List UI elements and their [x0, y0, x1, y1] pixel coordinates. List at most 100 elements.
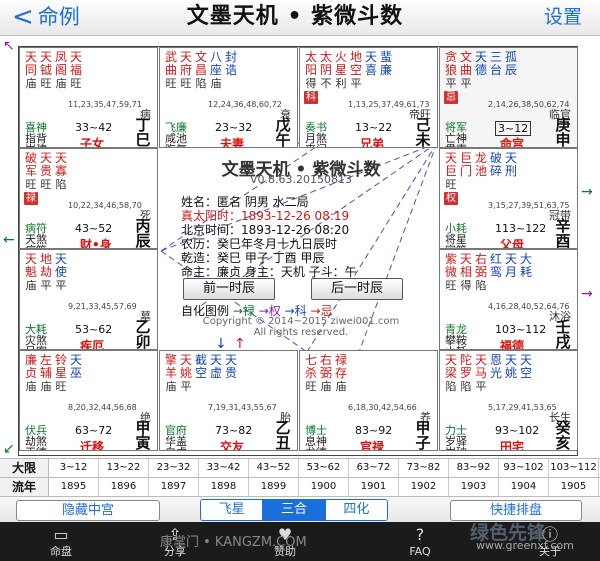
liunian-cell[interactable]: 1898 [199, 478, 249, 496]
star-brightness: 陷 [445, 380, 457, 393]
daxian-cell[interactable]: 13~22 [99, 459, 149, 477]
star-name: 地劫 [40, 253, 52, 279]
back-button[interactable]: < 命例 [12, 2, 80, 32]
liunian-cell[interactable]: 1903 [449, 478, 499, 496]
star-char: 曲 [164, 63, 177, 77]
star-column: 天梁陷 [444, 354, 458, 394]
star-column: 地空平 [349, 51, 363, 104]
settings-button[interactable]: 设置 [544, 2, 582, 32]
star-column: 火星利 [334, 51, 348, 104]
liunian-cell[interactable]: 1899 [249, 478, 299, 496]
star-column: 天同庙 [24, 51, 38, 91]
star-name: 铃星 [55, 354, 67, 380]
palace-si[interactable]: 天同庙天钺旺凤阁庙天福旺11,23,35,47,59,71病喜神指背岁建33~4… [19, 47, 158, 148]
palace-zi[interactable]: 七杀旺右弼庙禄存庙6,18,30,42,54,66养博士息神龙德83~92官禄甲… [299, 350, 438, 451]
star-list: 贪狼平忌文曲平天德三台孤辰 [444, 51, 519, 104]
palace-chen[interactable]: 破军旺禄天贵旺天寡陷10,22,34,46,58,70死病符天煞病符43~52财… [19, 148, 158, 249]
segment-飞星[interactable]: 飞星 [201, 500, 264, 520]
daxian-cell[interactable]: 63~72 [349, 459, 399, 477]
star-column: 天刑 [504, 152, 518, 205]
star-column: 右弼陷 [474, 253, 488, 293]
liunian-row: 流年 1895 1896 1897 1898 1899 1900 1901 1902 1903 19… [0, 477, 600, 496]
daxian-cell[interactable]: 3~12 [49, 459, 99, 477]
palace-wu[interactable]: 武曲旺天府旺文昌陷八座庙封诰12,24,36,48,60,72衰飞廉咸池晦气23… [159, 47, 298, 148]
liunian-cell[interactable]: 1904 [499, 478, 549, 496]
segment-四化[interactable]: 四化 [325, 500, 387, 520]
bazi-line: 乾造：癸巳 甲子 丁酉 甲辰 [181, 251, 325, 265]
palace-xu[interactable]: 紫微旺天相得右弼陷红鸾天月大耗 4,16,28,40,52,64,76 沐浴 青龙 攀鞍… [439, 249, 578, 350]
palace-name: 福德 [500, 339, 525, 350]
daxian-cell[interactable]: 83~92 [449, 459, 499, 477]
star-column: 天姚 [504, 354, 518, 393]
star-char: 巨 [444, 164, 457, 178]
daxian-range: 73~82 [215, 424, 253, 437]
daxian-cell[interactable]: 73~82 [399, 459, 449, 477]
prev-hour-button[interactable]: 前一时辰 [183, 278, 275, 300]
arrow-down-blue: ↓ [215, 336, 227, 352]
daxian-cell[interactable]: 103~112 [549, 459, 599, 477]
palace-wei[interactable]: 太阳得科太阴不火星利地空平天喜蜚廉 1,13,25,37,49,61,73 帝旺 奏书… [299, 47, 438, 148]
star-name: 天德 [475, 51, 487, 77]
star-brightness: 旺 [445, 279, 457, 292]
star-char: 德 [474, 63, 487, 77]
star-brightness: 平 [475, 380, 487, 393]
star-name: 封诰 [225, 51, 237, 77]
star-char: 空 [519, 366, 532, 380]
star-brightness: 陷 [475, 279, 487, 292]
liunian-cell[interactable]: 1900 [299, 478, 349, 496]
star-column: 天相得 [459, 253, 473, 293]
daxian-cell[interactable]: 93~102 [499, 459, 549, 477]
tab-label: FAQ [409, 545, 431, 558]
star-column: 武曲旺 [164, 51, 178, 91]
star-brightness: 平 [55, 279, 67, 292]
star-char: 碎 [489, 164, 502, 178]
daxian-cell[interactable]: 33~42 [199, 459, 249, 477]
star-name: 天姚 [180, 354, 192, 380]
daxian-cell[interactable]: 53~62 [299, 459, 349, 477]
star-brightness: 利 [335, 77, 347, 90]
daxian-cell[interactable]: 23~32 [149, 459, 199, 477]
palace-chou[interactable]: 擎羊庙天姚平截空天虚天贵7,19,31,43,55,67胎官府华盖白虎73~82… [159, 350, 298, 451]
liunian-cell[interactable]: 1905 [549, 478, 599, 496]
hua-badge: 忌 [444, 91, 458, 104]
star-char: 梁 [444, 366, 457, 380]
palace-name: 财•身 [80, 238, 112, 249]
next-hour-button[interactable]: 后一时辰 [311, 278, 403, 300]
liunian-cell[interactable]: 1896 [99, 478, 149, 496]
tab-FAQ[interactable]: ? FAQ [375, 522, 465, 561]
star-char: 同 [24, 63, 37, 77]
star-char: 贵 [224, 366, 237, 380]
palace-shen[interactable]: 贪狼平忌文曲平天德三台孤辰2,14,26,38,50,62,74临官将军亡神贯索… [439, 47, 578, 148]
tab-命盘[interactable]: ▭ 命盘 [16, 522, 106, 561]
daxian-range: 63~72 [75, 424, 113, 437]
faq-icon: ? [415, 525, 425, 544]
star-brightness: 平 [350, 77, 362, 90]
age-list: 10,22,34,46,58,70 [68, 201, 142, 210]
liunian-cell[interactable]: 1895 [49, 478, 99, 496]
star-name: 天空 [520, 354, 532, 380]
age-list: 9,21,33,45,57,69 [68, 302, 137, 311]
star-name: 天同 [25, 51, 37, 77]
palace-mao[interactable]: 天魁庙地劫平天使平9,21,33,45,57,69墓大耗灾煞吊客53~62疾厄乙… [19, 249, 158, 350]
daxian-row: 大限 3~12 13~22 23~32 33~42 43~52 53~62 63~72 73~8… [0, 458, 600, 477]
star-column: 地劫平 [39, 253, 53, 293]
age-list: 6,18,30,42,54,66 [348, 403, 417, 412]
palace-hai[interactable]: 天梁陷陀罗陷天马平恩光天姚天空5,17,29,41,53,65长生力士岁驿岁破9… [439, 350, 578, 451]
star-column: 天钺旺 [39, 51, 53, 91]
liunian-cell[interactable]: 1897 [149, 478, 199, 496]
star-column: 孤辰 [504, 51, 518, 104]
star-brightness: 陷 [55, 178, 67, 191]
ming-zhu-line: 命主：廉贞 身主：天机 子斗：午 [181, 265, 357, 279]
hide-center-button[interactable]: 隐藏中宫 [16, 500, 160, 521]
star-column: 凤阁庙 [54, 51, 68, 91]
segment-三合[interactable]: 三合 [263, 500, 326, 520]
daxian-cell[interactable]: 43~52 [249, 459, 299, 477]
star-name: 左辅 [40, 354, 52, 380]
star-name: 凤阁 [55, 51, 67, 77]
version-text: V0.8.63.20150813 [250, 173, 352, 186]
liunian-cell[interactable]: 1901 [349, 478, 399, 496]
palace-name: 交友 [220, 440, 245, 451]
liunian-cell[interactable]: 1902 [399, 478, 449, 496]
palace-you[interactable]: 天巨旺权巨门龙池破碎天刑3,15,27,39,51,63,75冠带小耗将星官符1… [439, 148, 578, 249]
palace-yin[interactable]: 廉贞庙左辅庙铃星旺天巫8,20,32,44,56,68绝伏兵劫煞天德63~72迁… [19, 350, 158, 451]
